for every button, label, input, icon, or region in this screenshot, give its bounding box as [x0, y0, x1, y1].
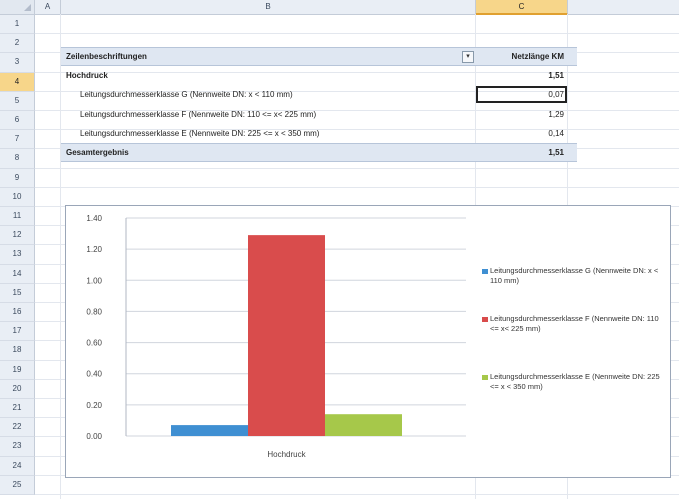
row-gridline — [35, 186, 679, 188]
y-tick-label: 0.20 — [86, 401, 102, 410]
pivot-item-label[interactable]: Leitungsdurchmesserklasse E (Nennweite D… — [80, 129, 319, 138]
spreadsheet-grid[interactable]: A B C 1 2 3 4 5 6 7 8 9 10 11 12 13 14 15 16 17 18 19 20 21 2… — [0, 0, 679, 499]
legend-swatch-f — [482, 317, 488, 322]
select-all-icon — [24, 4, 31, 11]
legend-label-g: Leitungsdurchmesserklasse G (Nennweite D… — [490, 266, 659, 285]
row-header-13[interactable]: 13 — [0, 245, 35, 265]
row-header-7[interactable]: 7 — [0, 130, 35, 150]
row-header-19[interactable]: 19 — [0, 360, 35, 380]
pivot-total-label[interactable]: Gesamtergebnis — [66, 148, 129, 157]
chart-plot-area: 0.00 0.20 0.40 0.60 0.80 1.00 1.20 1.40 Hochdruc… — [86, 214, 466, 459]
column-header-a[interactable]: A — [35, 0, 61, 14]
y-tick-label: 0.40 — [86, 370, 102, 379]
pivot-item-label[interactable]: Leitungsdurchmesserklasse G (Nennweite D… — [80, 90, 293, 99]
row-header-21[interactable]: 21 — [0, 399, 35, 419]
legend-label-e: Leitungsdurchmesserklasse E (Nennweite D… — [490, 372, 660, 391]
bar-series-2[interactable] — [325, 414, 402, 436]
pivot-row-labels-header[interactable]: Zeilenbeschriftungen — [66, 52, 147, 61]
row-header-1[interactable]: 1 — [0, 15, 35, 35]
filter-dropdown-icon[interactable]: ▾ — [462, 51, 474, 63]
row-header-15[interactable]: 15 — [0, 283, 35, 303]
row-header-14[interactable]: 14 — [0, 264, 35, 284]
pivot-total-value[interactable]: 1,51 — [476, 148, 564, 157]
row-gridline — [35, 167, 679, 169]
column-header-b[interactable]: B — [61, 0, 476, 14]
pivot-group-label[interactable]: Hochdruck — [66, 71, 108, 80]
row-header-11[interactable]: 11 — [0, 207, 35, 227]
row-header-5[interactable]: 5 — [0, 91, 35, 111]
pivot-value-header[interactable]: Netzlänge KM — [476, 52, 564, 61]
row-header-12[interactable]: 12 — [0, 226, 35, 246]
y-tick-label: 0.80 — [86, 307, 102, 316]
legend-label-f: Leitungsdurchmesserklasse F (Nennweite D… — [490, 314, 659, 333]
y-tick-label: 0.00 — [86, 432, 102, 441]
row-header-3[interactable]: 3 — [0, 53, 35, 73]
active-cell-selection[interactable] — [476, 86, 567, 103]
row-header-2[interactable]: 2 — [0, 34, 35, 54]
legend-swatch-g — [482, 269, 488, 274]
row-header-8[interactable]: 8 — [0, 149, 35, 169]
row-header-9[interactable]: 9 — [0, 168, 35, 188]
bar-series-0[interactable] — [171, 425, 248, 436]
pivot-item-value[interactable]: 0,14 — [476, 129, 564, 138]
row-header-18[interactable]: 18 — [0, 341, 35, 361]
select-all-corner[interactable] — [0, 0, 35, 14]
y-tick-label: 1.00 — [86, 276, 102, 285]
row-gridline — [35, 33, 679, 35]
x-category-label: Hochdruck — [267, 450, 306, 459]
row-header-16[interactable]: 16 — [0, 303, 35, 323]
pivot-item-label[interactable]: Leitungsdurchmesserklasse F (Nennweite D… — [80, 110, 316, 119]
y-tick-label: 1.40 — [86, 214, 102, 223]
row-header-17[interactable]: 17 — [0, 322, 35, 342]
row-header-23[interactable]: 23 — [0, 437, 35, 457]
row-header-4[interactable]: 4 — [0, 72, 35, 92]
y-tick-label: 1.20 — [86, 245, 102, 254]
row-gridline — [35, 71, 679, 73]
legend-swatch-e — [482, 375, 488, 380]
row-header-24[interactable]: 24 — [0, 456, 35, 476]
row-gridline — [35, 494, 679, 495]
bar-series-1[interactable] — [248, 235, 325, 436]
row-header-22[interactable]: 22 — [0, 418, 35, 438]
row-header-6[interactable]: 6 — [0, 111, 35, 131]
row-header-20[interactable]: 20 — [0, 379, 35, 399]
column-divider — [60, 14, 61, 499]
pivot-group-value[interactable]: 1,51 — [476, 71, 564, 80]
y-tick-label: 0.60 — [86, 339, 102, 348]
row-header-25[interactable]: 25 — [0, 475, 35, 495]
row-header-10[interactable]: 10 — [0, 187, 35, 207]
column-header-c[interactable]: C — [476, 0, 568, 15]
embedded-chart[interactable]: 0.00 0.20 0.40 0.60 0.80 1.00 1.20 1.40 Hochdruc… — [65, 205, 671, 478]
pivot-item-value[interactable]: 1,29 — [476, 110, 564, 119]
